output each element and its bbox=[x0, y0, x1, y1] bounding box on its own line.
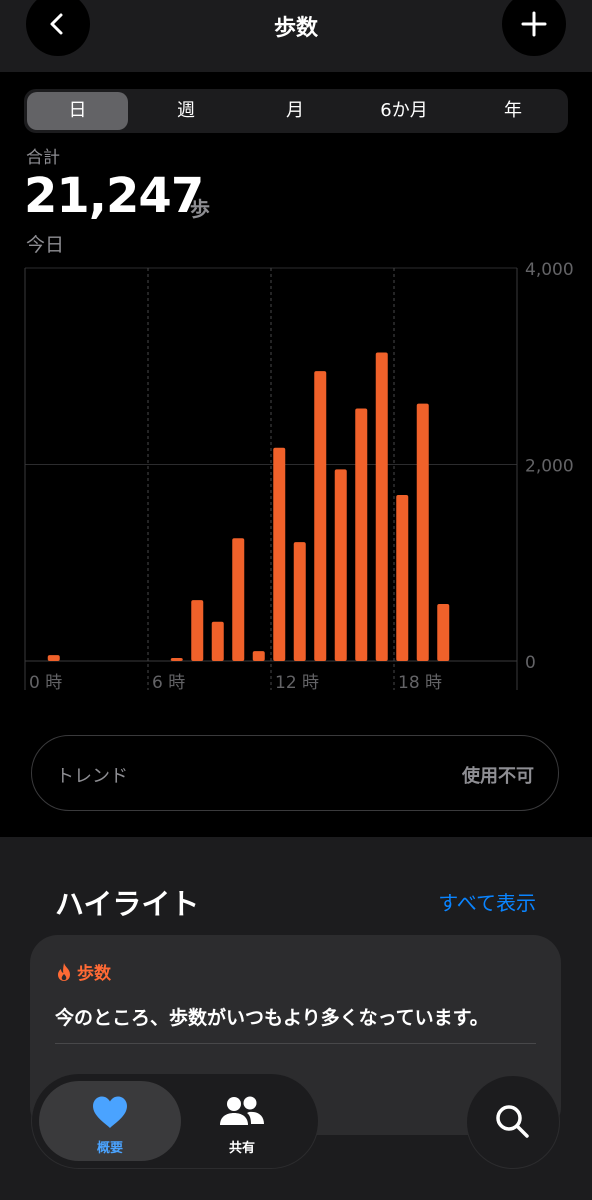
steps-unit: 歩 bbox=[190, 197, 210, 221]
chart-bar[interactable] bbox=[396, 494, 409, 661]
tab-bar: 概要 共有 bbox=[31, 1073, 319, 1169]
segment-month[interactable]: 月 bbox=[245, 92, 345, 130]
x-tick-label: 6 時 bbox=[152, 673, 185, 693]
highlight-message: 今のところ、歩数がいつもより多くなっています。 bbox=[55, 1007, 489, 1029]
nav-header: 歩数 bbox=[0, 0, 592, 72]
steps-bar-chart[interactable]: 4,000 2,000 0 0 時 6 時 12 時 18 時 bbox=[0, 250, 592, 700]
show-all-link[interactable]: すべて表示 bbox=[438, 887, 536, 916]
chart-bar[interactable] bbox=[211, 621, 224, 661]
highlights-title: ハイライト bbox=[55, 887, 200, 921]
trend-label: トレンド bbox=[56, 766, 128, 787]
chart-bar[interactable] bbox=[314, 371, 327, 661]
search-icon bbox=[496, 1105, 529, 1138]
segment-week[interactable]: 週 bbox=[136, 92, 236, 130]
chart-bar[interactable] bbox=[416, 403, 429, 661]
segment-6months[interactable]: 6か月 bbox=[354, 92, 454, 130]
segment-day[interactable]: 日 bbox=[27, 92, 128, 130]
y-tick-label: 2,000 bbox=[525, 457, 574, 477]
chart-bar[interactable] bbox=[355, 408, 368, 661]
chart-bar[interactable] bbox=[273, 447, 286, 661]
tab-shared[interactable]: 共有 bbox=[192, 1081, 292, 1161]
x-tick-label: 18 時 bbox=[398, 673, 442, 693]
people-icon bbox=[220, 1096, 264, 1125]
chart-bar[interactable] bbox=[334, 469, 347, 661]
chart-bar[interactable] bbox=[170, 658, 183, 661]
chart-bar[interactable] bbox=[232, 538, 245, 661]
flame-icon bbox=[58, 962, 70, 981]
tab-shared-label: 共有 bbox=[228, 1141, 255, 1156]
chart-bar[interactable] bbox=[437, 604, 450, 661]
chart-bar[interactable] bbox=[191, 600, 204, 661]
heart-icon bbox=[93, 1096, 127, 1128]
y-tick-label: 0 bbox=[525, 653, 536, 673]
trend-status: 使用不可 bbox=[462, 766, 534, 787]
chart-bar[interactable] bbox=[47, 655, 60, 661]
divider bbox=[55, 1043, 536, 1044]
chart-bar[interactable] bbox=[293, 542, 306, 661]
search-button[interactable] bbox=[466, 1075, 560, 1169]
steps-screen: 歩数 日 週 月 6か月 年 合計 21,247 歩 今日 4,000 2,000… bbox=[0, 0, 592, 1200]
chart-bar[interactable] bbox=[252, 651, 265, 661]
plus-icon bbox=[521, 11, 547, 37]
tab-summary-label: 概要 bbox=[96, 1141, 123, 1156]
add-data-button[interactable] bbox=[502, 0, 566, 56]
total-label: 合計 bbox=[26, 148, 60, 168]
y-tick-label: 4,000 bbox=[525, 260, 574, 280]
total-steps-value: 21,247 bbox=[24, 168, 204, 224]
trend-row[interactable]: トレンド 使用不可 bbox=[31, 735, 559, 811]
period-segmented-control: 日 週 月 6か月 年 bbox=[24, 89, 568, 133]
highlight-card-header: 歩数 bbox=[55, 959, 111, 984]
chart-bar[interactable] bbox=[375, 352, 388, 661]
tab-summary[interactable]: 概要 bbox=[39, 1081, 181, 1161]
highlight-category: 歩数 bbox=[77, 964, 111, 984]
x-tick-label: 12 時 bbox=[275, 673, 319, 693]
x-tick-label: 0 時 bbox=[29, 673, 62, 693]
segment-year[interactable]: 年 bbox=[463, 92, 563, 130]
